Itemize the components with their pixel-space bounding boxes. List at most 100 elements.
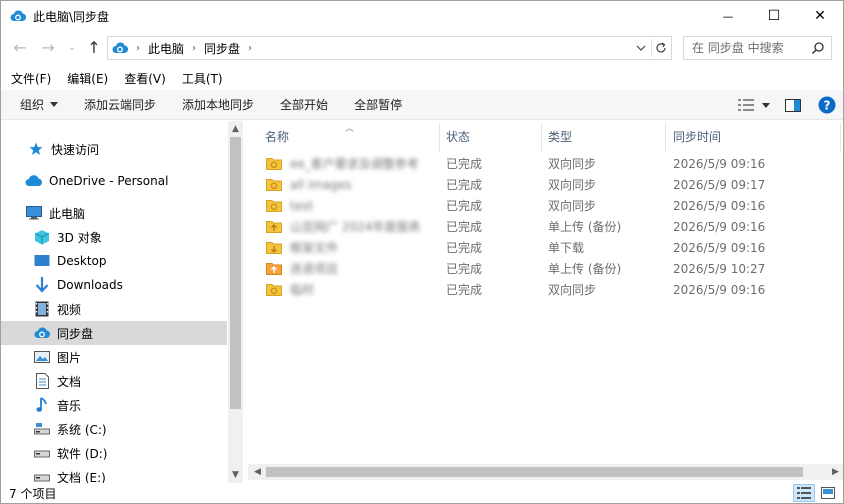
arrow-left-icon: ← (13, 37, 27, 57)
film-icon (33, 300, 51, 318)
up-button[interactable]: ↑ (83, 36, 105, 58)
recent-locations-button[interactable]: ⌄ (61, 36, 83, 58)
menu-file[interactable]: 文件(F) (11, 70, 51, 87)
column-header-status[interactable]: 状态 (446, 121, 470, 151)
nav-drive-d[interactable]: 软件 (D:) (1, 441, 227, 465)
file-name-cell[interactable]: 山豆网广 2024年度报表 (266, 216, 420, 237)
nav-label: 系统 (C:) (57, 422, 107, 437)
nav-drive-c[interactable]: 系统 (C:) (1, 417, 227, 441)
file-row[interactable]: 山豆网广 2024年度报表 已完成 单上传 (备份) 2026/5/9 09:16 (248, 216, 843, 237)
nav-desktop[interactable]: Desktop (1, 249, 227, 273)
file-status: 已完成 (446, 157, 483, 171)
file-sync-time: 2026/5/9 09:17 (673, 177, 766, 192)
nav-onedrive[interactable]: OneDrive - Personal (1, 169, 227, 193)
file-name-cell[interactable]: 迭退项目 (266, 258, 338, 279)
nav-documents[interactable]: 文档 (1, 369, 227, 393)
column-divider[interactable] (439, 123, 440, 151)
scroll-left-icon[interactable]: ◀ (250, 464, 265, 480)
refresh-icon (655, 42, 666, 53)
scroll-right-icon[interactable]: ▶ (828, 464, 843, 480)
menu-tools[interactable]: 工具(T) (182, 70, 223, 87)
file-row[interactable]: all images 已完成 双向同步 2026/5/9 09:17 (248, 174, 843, 195)
onedrive-cloud-icon (25, 172, 43, 190)
nav-pictures[interactable]: 图片 (1, 345, 227, 369)
file-name-cell[interactable]: 框架文件 (266, 237, 338, 258)
address-row: ← → ⌄ ↑ › 此电脑 › 同步盘 › (1, 34, 843, 62)
scrollbar-thumb[interactable] (230, 137, 241, 409)
nav-label: Desktop (57, 254, 107, 268)
refresh-button[interactable] (651, 39, 669, 57)
search-icon[interactable] (811, 41, 825, 58)
nav-label: 软件 (D:) (57, 446, 108, 461)
file-row[interactable]: 框架文件 已完成 单下载 2026/5/9 09:16 (248, 237, 843, 258)
preview-pane-button[interactable] (775, 94, 811, 116)
nav-drive-e[interactable]: 文档 (E:) (1, 465, 227, 483)
view-options-button[interactable] (733, 94, 775, 116)
search-input[interactable] (692, 41, 810, 55)
column-header-type[interactable]: 类型 (548, 121, 572, 151)
nav-music[interactable]: 音乐 (1, 393, 227, 417)
file-status: 已完成 (446, 220, 483, 234)
nav-downloads[interactable]: Downloads (1, 273, 227, 297)
file-name-cell[interactable]: all images (266, 174, 351, 195)
chevron-right-icon[interactable]: › (192, 43, 196, 54)
address-bar[interactable]: › 此电脑 › 同步盘 › (107, 36, 672, 60)
search-box[interactable] (683, 36, 832, 60)
menu-bar: 文件(F) 编辑(E) 查看(V) 工具(T) (1, 67, 843, 89)
column-divider[interactable] (665, 123, 666, 151)
chevron-right-icon[interactable]: › (248, 43, 252, 54)
menu-edit[interactable]: 编辑(E) (67, 70, 108, 87)
organize-button[interactable]: 组织 (13, 93, 65, 117)
details-view-button[interactable] (793, 484, 815, 502)
scroll-up-icon[interactable]: ▲ (228, 121, 243, 137)
system-drive-icon (33, 420, 51, 438)
start-all-button[interactable]: 全部开始 (273, 93, 335, 117)
file-name: 框架文件 (290, 241, 339, 255)
file-row[interactable]: 迭退项目 已完成 单上传 (备份) 2026/5/9 10:27 (248, 258, 843, 279)
file-name-cell[interactable]: ee_客户要求及调整参考 (266, 153, 419, 174)
file-status: 已完成 (446, 199, 483, 213)
minimize-button[interactable]: — (705, 1, 751, 31)
nav-this-pc[interactable]: 此电脑 (1, 201, 227, 225)
file-row[interactable]: test 已完成 双向同步 2026/5/9 09:16 (248, 195, 843, 216)
file-sync-type: 单下载 (548, 241, 585, 255)
sort-ascending-icon: ︿ (345, 124, 355, 134)
column-divider[interactable] (840, 123, 841, 151)
file-name-cell[interactable]: test (266, 195, 313, 216)
chevron-right-icon[interactable]: › (136, 43, 140, 54)
nav-scrollbar[interactable]: ▲ ▼ (228, 121, 243, 483)
breadcrumb-sync-disk[interactable]: 同步盘 (204, 40, 240, 57)
maximize-button[interactable]: ☐ (751, 1, 797, 31)
scroll-down-icon[interactable]: ▼ (228, 467, 243, 483)
scrollbar-thumb[interactable] (266, 467, 803, 477)
close-button[interactable]: ✕ (797, 1, 843, 31)
folder-sync-icon (266, 283, 282, 296)
nav-quick-access[interactable]: 快速访问 (1, 137, 227, 161)
nav-3d-objects[interactable]: 3D 对象 (1, 225, 227, 249)
caret-down-icon (762, 102, 770, 108)
details-view-icon (797, 487, 811, 499)
column-header-name[interactable]: 名称 (265, 121, 289, 151)
nav-sync-disk[interactable]: 同步盘 (1, 321, 227, 345)
nav-videos[interactable]: 视频 (1, 297, 227, 321)
menu-view[interactable]: 查看(V) (124, 70, 166, 87)
navigation-pane: 快速访问 OneDrive - Personal 此电脑 3D 对象 Deskt… (1, 121, 243, 483)
file-name-cell[interactable]: 临时 (266, 279, 314, 300)
column-header-sync-time[interactable]: 同步时间 (673, 121, 721, 151)
file-row[interactable]: 临时 已完成 双向同步 2026/5/9 09:16 (248, 279, 843, 300)
help-button[interactable]: ? (811, 94, 843, 116)
nav-label: 文档 (E:) (57, 470, 106, 484)
column-divider[interactable] (541, 123, 542, 151)
large-icons-view-button[interactable] (817, 484, 839, 502)
file-row[interactable]: ee_客户要求及调整参考 已完成 双向同步 2026/5/9 09:16 (248, 153, 843, 174)
breadcrumb-this-pc[interactable]: 此电脑 (148, 40, 184, 57)
back-button[interactable]: ← (9, 36, 31, 58)
add-cloud-sync-button[interactable]: 添加云端同步 (77, 93, 163, 117)
horizontal-scrollbar[interactable]: ◀ ▶ (248, 464, 843, 480)
forward-button[interactable]: → (37, 36, 59, 58)
file-status: 已完成 (446, 262, 483, 276)
address-history-button[interactable] (633, 40, 649, 56)
add-local-sync-button[interactable]: 添加本地同步 (175, 93, 261, 117)
hard-drive-icon (33, 468, 51, 483)
pause-all-button[interactable]: 全部暂停 (347, 93, 409, 117)
